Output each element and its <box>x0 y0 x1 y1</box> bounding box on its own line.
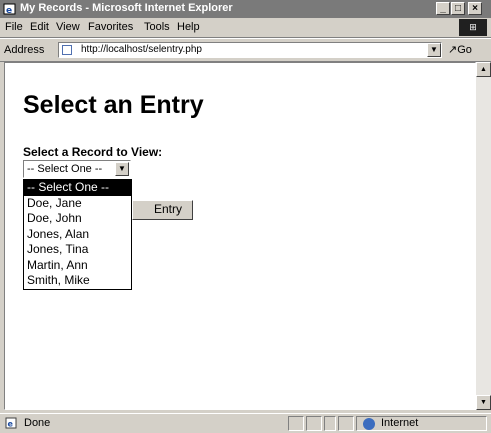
dropdown-option[interactable]: Doe, Jane <box>24 196 131 212</box>
address-dropdown-button[interactable]: ▼ <box>427 43 441 57</box>
dropdown-option[interactable]: Martin, Ann <box>24 258 131 274</box>
svg-text:e: e <box>6 6 12 16</box>
menu-file[interactable]: File <box>5 21 23 33</box>
go-arrow-icon: ↗ <box>448 44 458 56</box>
status-bar: e Done Internet <box>0 413 491 433</box>
scroll-down-arrow-icon[interactable]: ▼ <box>476 395 491 410</box>
browser-window: e My Records - Microsoft Internet Explor… <box>0 0 491 433</box>
address-label: Address <box>4 44 45 56</box>
page-done-icon: e <box>5 417 17 429</box>
window-title: My Records - Microsoft Internet Explorer <box>20 2 233 14</box>
status-pane <box>288 416 304 431</box>
record-select-value: -- Select One -- <box>27 163 103 175</box>
menu-edit[interactable]: Edit <box>30 21 49 33</box>
vertical-scrollbar[interactable]: ▲ ▼ <box>476 62 491 410</box>
restore-button[interactable]: □ <box>451 2 465 15</box>
status-pane <box>306 416 322 431</box>
security-zone: Internet <box>356 416 487 431</box>
dropdown-option[interactable]: Doe, John <box>24 211 131 227</box>
menu-bar: File Edit View Favorites Tools Help ⊞ <box>0 18 491 38</box>
menu-favorites[interactable]: Favorites <box>88 21 133 33</box>
dropdown-option[interactable]: -- Select One -- <box>24 180 131 196</box>
view-entry-button[interactable]: Entry <box>132 200 193 220</box>
address-url: http://localhost/selentry.php <box>81 44 202 55</box>
windows-logo-icon: ⊞ <box>459 19 487 36</box>
minimize-button[interactable]: _ <box>436 2 450 15</box>
ie-icon: e <box>3 3 16 16</box>
menu-tools[interactable]: Tools <box>144 21 170 33</box>
dropdown-option[interactable]: Jones, Tina <box>24 242 131 258</box>
scroll-up-arrow-icon[interactable]: ▲ <box>476 62 491 77</box>
globe-icon <box>363 418 375 430</box>
status-text: Done <box>24 417 51 429</box>
record-dropdown-list[interactable]: -- Select One -- Doe, Jane Doe, John Jon… <box>23 179 132 290</box>
go-label: Go <box>457 44 472 56</box>
dropdown-option[interactable]: Jones, Alan <box>24 227 131 243</box>
address-input[interactable]: http://localhost/selentry.php ▼ <box>58 42 442 58</box>
zone-text: Internet <box>381 417 419 429</box>
close-button[interactable]: × <box>468 2 482 15</box>
select-label: Select a Record to View: <box>23 145 163 159</box>
view-entry-button-label: Entry <box>154 202 183 216</box>
status-pane <box>338 416 354 431</box>
page-title: Select an Entry <box>23 91 204 119</box>
dropdown-option[interactable]: Smith, Mike <box>24 273 131 289</box>
go-button[interactable]: ↗Go <box>448 43 472 56</box>
page-content: Select an Entry Select a Record to View:… <box>4 62 476 410</box>
page-icon <box>62 45 72 55</box>
menu-view[interactable]: View <box>56 21 80 33</box>
record-select[interactable]: -- Select One -- ▼ <box>23 160 131 178</box>
select-dropdown-arrow-icon[interactable]: ▼ <box>115 162 129 176</box>
title-bar: e My Records - Microsoft Internet Explor… <box>0 0 491 18</box>
svg-text:e: e <box>8 420 14 429</box>
menu-help[interactable]: Help <box>177 21 200 33</box>
address-bar: Address http://localhost/selentry.php ▼ … <box>0 38 491 62</box>
status-pane <box>324 416 336 431</box>
